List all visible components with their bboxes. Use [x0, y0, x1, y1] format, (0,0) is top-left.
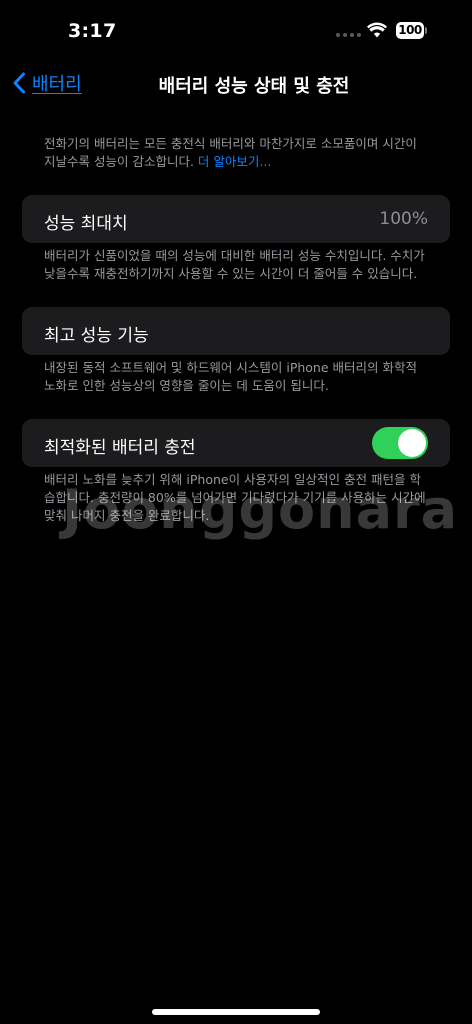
optimized-charging-toggle[interactable]: [372, 427, 428, 459]
peak-performance-footnote: 내장된 동적 소프트웨어 및 하드웨어 시스템이 iPhone 배터리의 화학적…: [44, 360, 417, 393]
battery-icon: 100: [396, 22, 428, 39]
intro-description: 전화기의 배터리는 모든 충전식 배터리와 마찬가지로 소모품이며 시간이 지날…: [44, 135, 428, 171]
peak-performance-row: 최고 성능 기능: [22, 307, 450, 355]
optimized-charging-label: 최적화된 배터리 충전: [44, 438, 196, 458]
page-title: 배터리 성능 상태 및 충전: [158, 76, 350, 97]
peak-performance-label: 최고 성능 기능: [44, 326, 149, 346]
learn-more-link[interactable]: 더 알아보기...: [198, 154, 271, 169]
max-capacity-row: 성능 최대치 100%: [22, 195, 450, 243]
max-capacity-label: 성능 최대치: [44, 214, 128, 234]
navigation-bar: 배터리 배터리 성능 상태 및 충전: [0, 62, 472, 106]
status-bar: 3:17 100: [0, 0, 472, 64]
toggle-knob: [398, 429, 426, 457]
optimized-charging-footnote: 배터리 노화를 늦추기 위해 iPhone이 사용자의 일상적인 충전 패턴을 …: [44, 472, 426, 523]
optimized-charging-row: 최적화된 배터리 충전: [22, 419, 450, 467]
home-indicator[interactable]: [152, 1009, 320, 1015]
cellular-signal-icon: [336, 33, 361, 37]
max-capacity-value: 100%: [379, 209, 428, 229]
max-capacity-footnote: 배터리가 신품이었을 때의 성능에 대비한 배터리 성능 수치입니다. 수치가 …: [44, 248, 425, 281]
battery-level: 100: [396, 22, 424, 39]
status-time: 3:17: [68, 20, 117, 42]
wifi-icon: [367, 22, 387, 38]
